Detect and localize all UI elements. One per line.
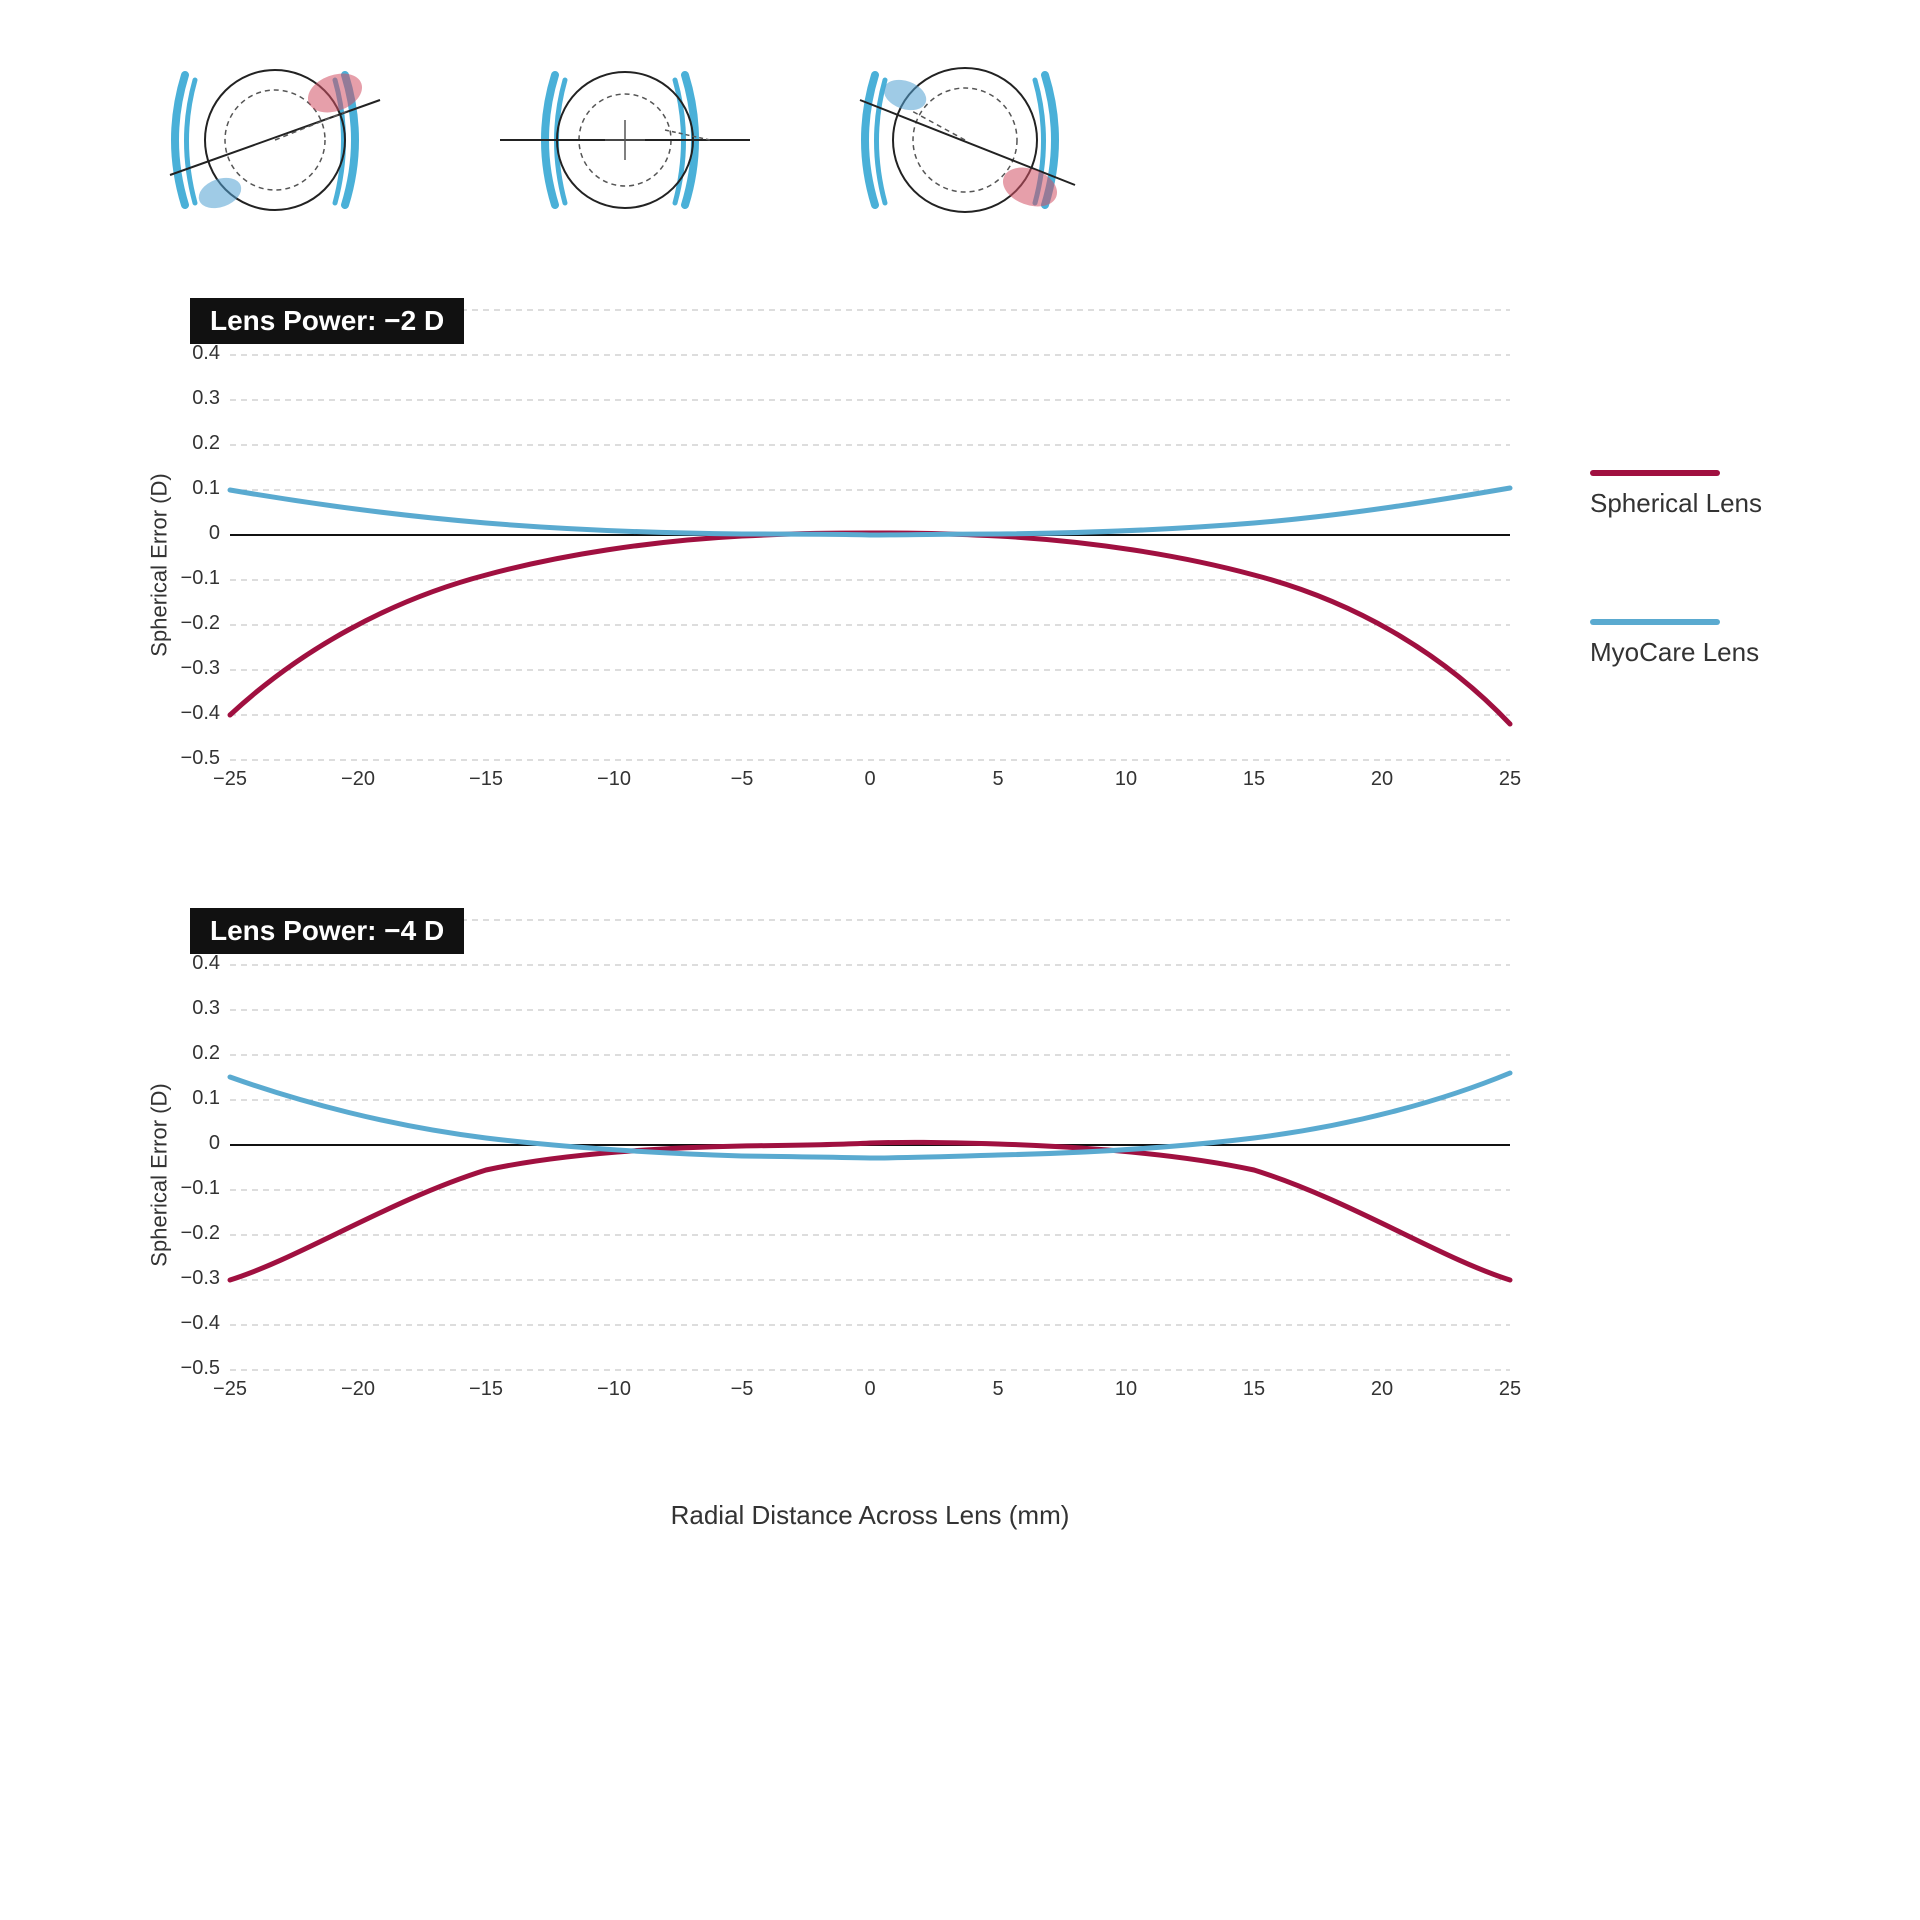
svg-text:−0.1: −0.1	[181, 1177, 220, 1199]
svg-text:−25: −25	[213, 1378, 247, 1400]
chart-bottom: Lens Power: −4 D Spherical Error (D)	[60, 880, 1560, 1470]
svg-text:−0.2: −0.2	[181, 1222, 220, 1244]
x-axis-shared-label: Radial Distance Across Lens (mm)	[170, 1500, 1570, 1531]
svg-text:−0.4: −0.4	[181, 702, 220, 724]
chart-svg-top: 0.5 0.4 0.3 0.2 0.1 0 −0.1 −0.2 −0.3 −0.…	[170, 280, 1550, 820]
legend-label-spherical: Spherical Lens	[1590, 488, 1762, 519]
svg-text:−0.3: −0.3	[181, 1267, 220, 1289]
svg-text:−20: −20	[341, 1378, 375, 1400]
chart-top: Lens Power: −2 D Spherical Error (D)	[60, 270, 1560, 860]
svg-text:20: 20	[1371, 768, 1393, 790]
svg-text:10: 10	[1115, 768, 1137, 790]
svg-text:−0.1: −0.1	[181, 567, 220, 589]
svg-text:−15: −15	[469, 1378, 503, 1400]
svg-text:0.2: 0.2	[192, 1042, 220, 1064]
legend-line-spherical	[1590, 470, 1720, 476]
lens-diagrams-row	[120, 40, 1520, 240]
svg-text:−10: −10	[597, 1378, 631, 1400]
svg-text:0.4: 0.4	[192, 952, 220, 974]
svg-text:0.1: 0.1	[192, 477, 220, 499]
svg-text:0.1: 0.1	[192, 1087, 220, 1109]
svg-text:5: 5	[992, 1378, 1003, 1400]
svg-text:0: 0	[864, 768, 875, 790]
svg-text:−0.5: −0.5	[181, 747, 220, 769]
svg-text:−5: −5	[731, 768, 754, 790]
legend-item-spherical: Spherical Lens	[1590, 470, 1762, 519]
chart-svg-bottom: 0.5 0.4 0.3 0.2 0.1 0 −0.1 −0.2 −0.3 −0.…	[170, 890, 1550, 1430]
charts-column: Lens Power: −2 D Spherical Error (D)	[60, 270, 1560, 1531]
svg-text:25: 25	[1499, 768, 1521, 790]
legend-line-myocare	[1590, 619, 1720, 625]
lens-power-label-bottom: Lens Power: −4 D	[190, 908, 464, 954]
svg-text:0: 0	[864, 1378, 875, 1400]
svg-text:0.2: 0.2	[192, 432, 220, 454]
svg-text:0.3: 0.3	[192, 387, 220, 409]
legend: Spherical Lens MyoCare Lens	[1590, 470, 1870, 718]
svg-text:−10: −10	[597, 768, 631, 790]
svg-text:−25: −25	[213, 768, 247, 790]
legend-item-myocare: MyoCare Lens	[1590, 619, 1759, 668]
svg-text:25: 25	[1499, 1378, 1521, 1400]
svg-text:−0.3: −0.3	[181, 657, 220, 679]
svg-text:15: 15	[1243, 1378, 1265, 1400]
svg-text:−5: −5	[731, 1378, 754, 1400]
svg-text:−20: −20	[341, 768, 375, 790]
charts-and-legend: Lens Power: −2 D Spherical Error (D)	[60, 270, 1920, 1531]
svg-text:−0.4: −0.4	[181, 1312, 220, 1334]
svg-text:5: 5	[992, 768, 1003, 790]
lens-diagram-2	[460, 40, 800, 240]
lens-power-label-top: Lens Power: −2 D	[190, 298, 464, 344]
svg-text:−0.5: −0.5	[181, 1357, 220, 1379]
lens-diagram-1	[120, 40, 460, 240]
svg-text:20: 20	[1371, 1378, 1393, 1400]
svg-text:0: 0	[209, 1132, 220, 1154]
svg-text:−0.2: −0.2	[181, 612, 220, 634]
y-axis-label-top: Spherical Error (D)	[147, 473, 173, 656]
svg-text:15: 15	[1243, 768, 1265, 790]
svg-text:0.3: 0.3	[192, 997, 220, 1019]
svg-text:0.4: 0.4	[192, 342, 220, 364]
main-container: Lens Power: −2 D Spherical Error (D)	[0, 0, 1920, 1920]
svg-text:10: 10	[1115, 1378, 1137, 1400]
svg-text:0: 0	[209, 522, 220, 544]
lens-diagram-3	[800, 40, 1140, 240]
y-axis-label-bottom: Spherical Error (D)	[147, 1083, 173, 1266]
legend-label-myocare: MyoCare Lens	[1590, 637, 1759, 668]
svg-text:−15: −15	[469, 768, 503, 790]
